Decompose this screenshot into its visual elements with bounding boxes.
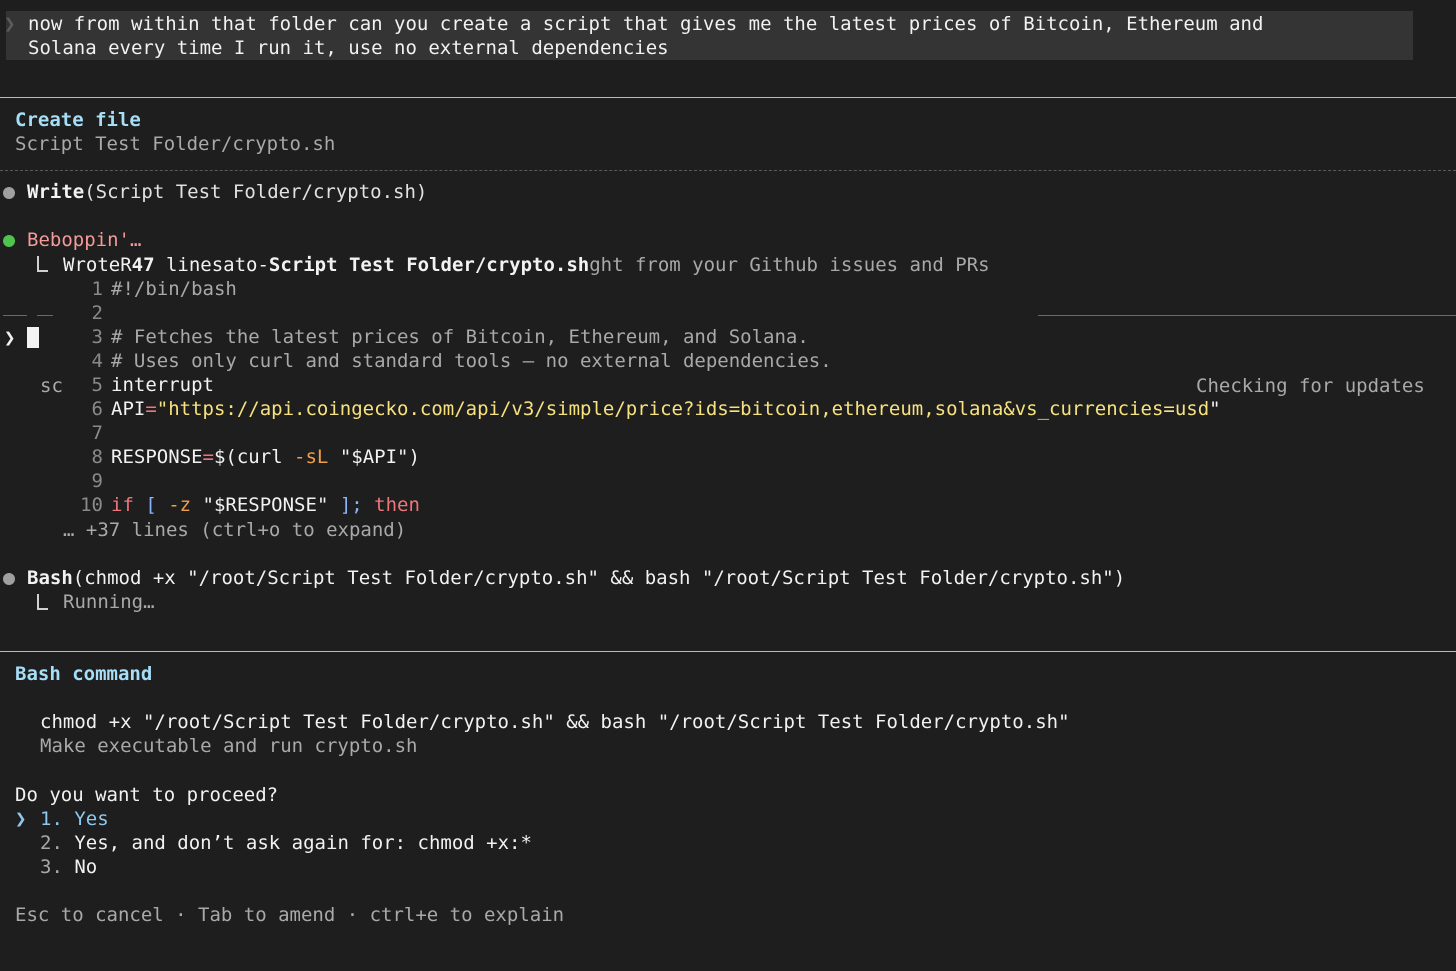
option-no[interactable]: 3. No [40, 855, 97, 879]
bash-panel-top-rule [0, 651, 1456, 652]
running-status: Running… [63, 591, 155, 613]
result-elbow-icon [37, 256, 48, 272]
user-prompt-line-2: Solana every time I run it, use no exter… [28, 37, 669, 59]
option-2-number: 2. [40, 832, 63, 854]
code-curl-flag: -sL [294, 446, 329, 468]
code-bracket-close: ]; [339, 494, 363, 516]
write-result: WroteR47 linesato-Script Test Folder/cry… [63, 253, 990, 277]
code-test-arg: "$RESPONSE" [191, 494, 340, 516]
write-result-mid: linesato- [154, 254, 269, 276]
write-result-tip: ght from your Github issues and PRs [589, 254, 990, 276]
write-result-prefix: WroteR [63, 254, 132, 276]
write-result-count: 47 [131, 254, 155, 276]
code-then-keyword: then [362, 494, 420, 516]
code-line-6: 6 API="https://api.coingecko.com/api/v3/s… [91, 398, 1221, 420]
option-3-label: No [74, 856, 98, 878]
code-line-4: 4 # Uses only curl and standard tools — n… [91, 350, 832, 372]
option-2-label: Yes, and don’t ask again for: chmod +x:* [74, 832, 532, 854]
code-line-3: 3 # Fetches the latest prices of Bitcoin,… [91, 326, 809, 348]
option-yes-dont-ask[interactable]: 2. Yes, and don’t ask again for: chmod +… [40, 831, 532, 855]
keyboard-hint: Esc to cancel · Tab to amend · ctrl+e to… [15, 904, 565, 926]
code-bracket-open: [ [133, 494, 169, 516]
code-line-7: 7 [91, 422, 103, 444]
create-file-top-rule [0, 97, 1456, 98]
code-line-5: 5 interrupt [91, 374, 214, 396]
option-yes-label: Yes [74, 808, 109, 830]
spinner-text: Beboppin'… [27, 229, 142, 251]
code-eq-8: = [202, 446, 214, 468]
bash-panel-description: Make executable and run crypto.sh [40, 735, 418, 757]
overlay-rule-left-a [3, 315, 27, 316]
option-selector-icon: ❯ [15, 808, 27, 830]
code-url-string: "https://api.coingecko.com/api/v3/simple… [156, 398, 1210, 420]
code-line-1: 1 #!/bin/bash [91, 278, 237, 300]
code-if-keyword: if [111, 494, 134, 516]
write-tool-name: Write [27, 181, 85, 203]
code-text-1: #!/bin/bash [111, 278, 237, 300]
create-file-path: Script Test Folder/crypto.sh [15, 133, 336, 155]
option-3-number: 3. [40, 856, 63, 878]
code-line-10: 10 if [ -z "$RESPONSE" ]; then [80, 494, 420, 516]
write-tool-args: (Script Test Folder/crypto.sh) [84, 181, 428, 203]
option-yes[interactable]: 1. Yes [40, 807, 109, 831]
code-var-response: RESPONSE [111, 446, 203, 468]
proceed-question: Do you want to proceed? [15, 784, 279, 806]
create-file-title: Create file [15, 109, 141, 131]
input-chevron-icon: ❯ [4, 327, 16, 349]
running-elbow-icon [37, 594, 48, 610]
bash-panel-title: Bash command [15, 663, 153, 685]
status-dot-icon [3, 235, 15, 247]
shortcut-label: sc [40, 375, 63, 397]
write-tool-call: Write(Script Test Folder/crypto.sh) [27, 180, 427, 204]
bash-panel-command: chmod +x "/root/Script Test Folder/crypt… [40, 711, 1070, 733]
code-line-8: 8 RESPONSE=$(curl -sL "$API") [91, 446, 420, 468]
overlay-rule-right [1038, 315, 1456, 316]
bash-tool-call: Bash(chmod +x "/root/Script Test Folder/… [27, 566, 1125, 590]
step-dot-icon [3, 187, 15, 199]
checking-updates-text: Checking for updates [1196, 375, 1425, 397]
overlay-rule-left-b [37, 315, 53, 316]
bash-tool-args: (chmod +x "/root/Script Test Folder/cryp… [72, 567, 1126, 589]
code-text-3: # Fetches the latest prices of Bitcoin, … [111, 326, 809, 348]
code-expand-hint[interactable]: … +37 lines (ctrl+o to expand) [63, 518, 406, 542]
option-yes-number: 1. [40, 808, 63, 830]
code-text-4: # Uses only curl and standard tools — no… [111, 350, 832, 372]
create-file-dashed-rule [0, 170, 1456, 171]
bash-tool-name: Bash [27, 567, 73, 589]
prompt-chevron-icon: ❯ [4, 13, 16, 35]
code-quote-6: " [1209, 398, 1221, 420]
write-result-path: Script Test Folder/crypto.sh [268, 254, 590, 276]
code-var-api: API [111, 398, 146, 420]
code-test-flag: -z [168, 494, 192, 516]
bash-step-dot-icon [3, 573, 15, 585]
code-curl-arg: "$API") [328, 446, 420, 468]
text-cursor[interactable] [27, 327, 39, 348]
code-line-9: 9 [91, 470, 103, 492]
code-line-2: 2 [91, 302, 103, 324]
code-curl-open: $(curl [213, 446, 295, 468]
code-text-5: interrupt [111, 374, 214, 396]
user-prompt-line-1: now from within that folder can you crea… [28, 13, 1264, 35]
code-eq-6: = [145, 398, 157, 420]
